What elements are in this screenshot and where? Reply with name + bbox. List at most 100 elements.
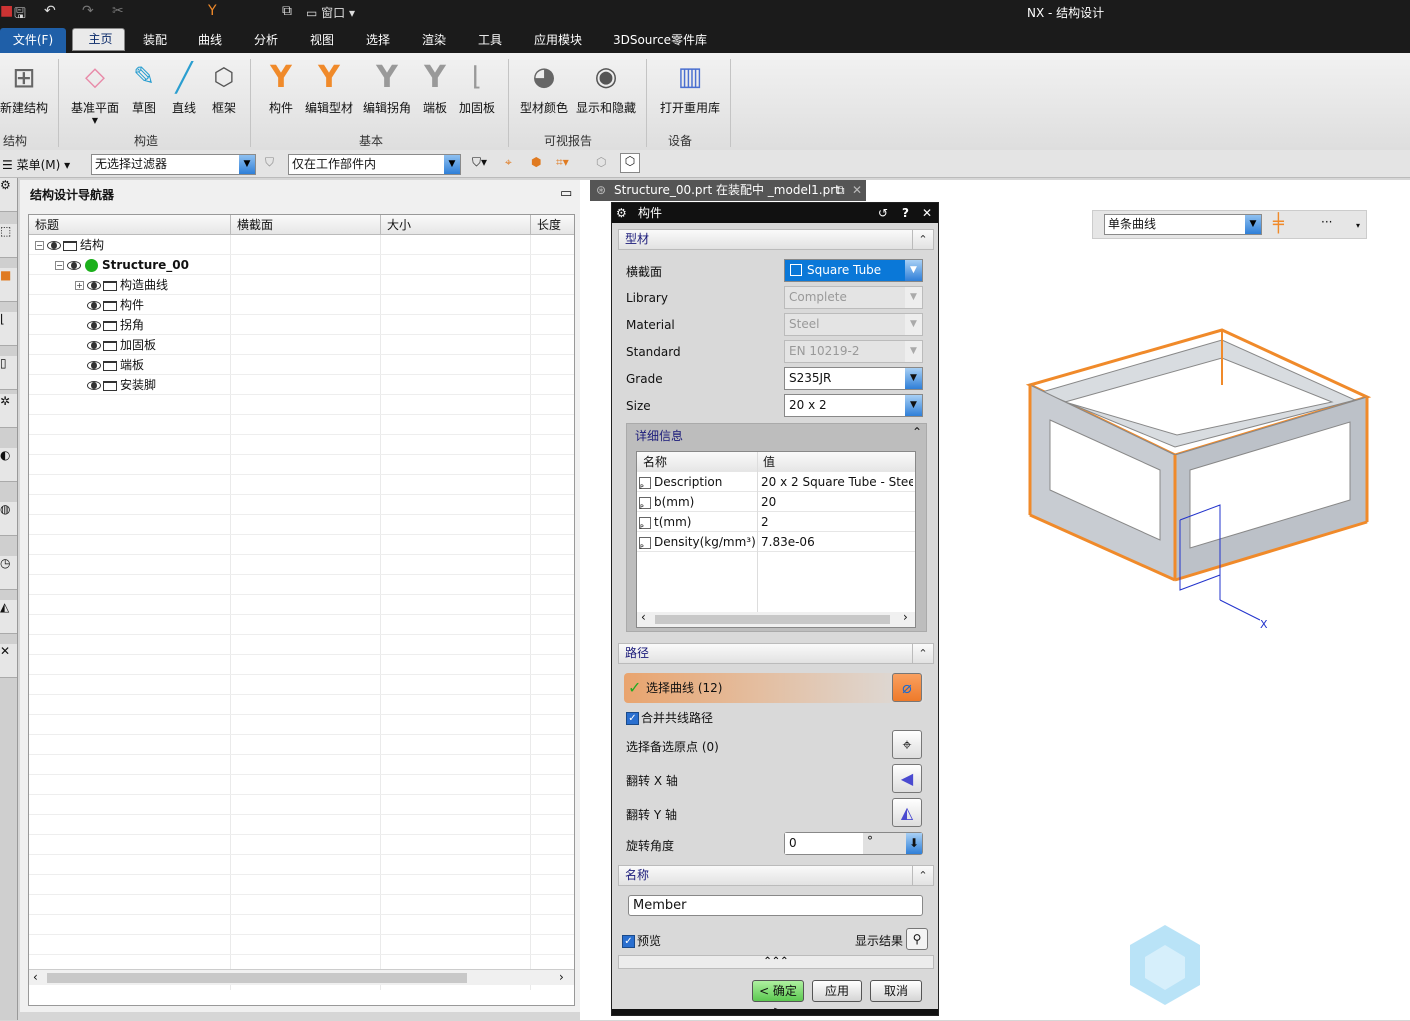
- cut-icon[interactable]: ✂: [112, 3, 124, 19]
- end-plate-button[interactable]: Y 端板: [420, 55, 450, 116]
- collapse-icon[interactable]: ⌃: [912, 866, 933, 885]
- visibility-eye-icon[interactable]: [87, 341, 101, 350]
- tab-curve[interactable]: 曲线: [190, 28, 230, 53]
- assembly-navigator-icon[interactable]: ⬚: [0, 224, 17, 258]
- collapse-icon[interactable]: −: [55, 261, 64, 270]
- structure-navigator-icon[interactable]: ■: [0, 268, 17, 302]
- collapse-all-button[interactable]: ⌃⌃⌃: [618, 955, 934, 969]
- close-tab-icon[interactable]: ✕: [852, 180, 862, 200]
- tree-row[interactable]: − 结构: [29, 235, 574, 255]
- collapse-icon[interactable]: ⌃: [912, 425, 922, 439]
- snap-component-icon[interactable]: ⬢: [531, 155, 541, 169]
- tab-analysis[interactable]: 分析: [246, 28, 286, 53]
- gusset-button[interactable]: ⌊ 加固板: [456, 55, 498, 116]
- visibility-eye-icon[interactable]: [87, 301, 101, 310]
- filter-options-icon[interactable]: ⛉▾: [472, 155, 487, 170]
- show-hide-button[interactable]: ◉ 显示和隐藏: [574, 55, 638, 116]
- datum-plane-button[interactable]: ◇ 基准平面 ▼: [68, 55, 122, 125]
- visibility-eye-icon[interactable]: [67, 261, 81, 270]
- column-header-size[interactable]: 大小: [381, 215, 531, 235]
- visibility-eye-icon[interactable]: [87, 361, 101, 370]
- tab-file[interactable]: 文件(F): [0, 28, 66, 53]
- internet-icon[interactable]: ◍: [0, 502, 17, 536]
- scope-select[interactable]: 仅在工作部件内 ▼: [288, 154, 461, 175]
- visibility-eye-icon[interactable]: [87, 321, 101, 330]
- ok-button[interactable]: < 确定 >: [752, 980, 804, 1018]
- tree-row[interactable]: 安装脚: [29, 375, 574, 395]
- tab-tools[interactable]: 工具: [470, 28, 510, 53]
- tree-row[interactable]: + 构造曲线: [29, 275, 574, 295]
- scrollbar-thumb[interactable]: [47, 973, 467, 983]
- wireframe-icon[interactable]: ⬡: [620, 153, 640, 173]
- collapse-icon[interactable]: ⌃: [912, 230, 933, 249]
- document-tab[interactable]: ⊛ Structure_00.prt 在装配中 _model1.prt ⧉ ✕: [590, 180, 866, 201]
- menu-button[interactable]: ☰ 菜单(M) ▾: [2, 156, 70, 173]
- reuse-library-button[interactable]: ▥ 打开重用库: [656, 55, 724, 116]
- preview-checkbox[interactable]: ✓ 预览: [622, 932, 661, 949]
- new-structure-button[interactable]: ⊞ 新建结构: [0, 55, 48, 116]
- switch-window-icon[interactable]: ⧉: [282, 3, 292, 19]
- arrow-down-icon[interactable]: ⬇: [906, 833, 922, 854]
- history-icon[interactable]: ◷: [0, 556, 17, 590]
- tree-row[interactable]: 拐角: [29, 315, 574, 335]
- close-icon[interactable]: ✕: [922, 203, 932, 223]
- tab-applications[interactable]: 应用模块: [528, 28, 588, 53]
- popout-icon[interactable]: ⧉: [836, 180, 845, 200]
- tree-row[interactable]: 加固板: [29, 335, 574, 355]
- select-curve-row[interactable]: ✓ 选择曲线 (12): [624, 673, 924, 703]
- cross-section-select[interactable]: Square Tube ▼: [784, 259, 923, 282]
- redo-icon[interactable]: ↷: [82, 3, 94, 19]
- hd3d-icon[interactable]: ✲: [0, 394, 17, 428]
- member-quick-icon[interactable]: Y: [208, 3, 217, 19]
- web-browser-icon[interactable]: ◐: [0, 448, 17, 482]
- settings-icon[interactable]: ⚙: [0, 178, 17, 212]
- tab-view[interactable]: 视图: [302, 28, 342, 53]
- flip-y-button[interactable]: ◭: [892, 798, 922, 827]
- scroll-right-icon[interactable]: ›: [559, 970, 564, 984]
- tools-icon[interactable]: ✕: [0, 644, 17, 678]
- visibility-eye-icon[interactable]: [87, 281, 101, 290]
- profile-color-button[interactable]: ◕ 型材颜色: [518, 55, 570, 116]
- stop-at-intersection-icon[interactable]: ╪: [1273, 213, 1284, 234]
- frame-button[interactable]: ⬡ 框架: [206, 55, 242, 116]
- curve-rule-select[interactable]: 单条曲线 ▼: [1104, 214, 1262, 235]
- library-select[interactable]: Complete ▼: [784, 286, 923, 309]
- rotation-angle-input[interactable]: 0 ° ⬇: [784, 832, 923, 855]
- size-select[interactable]: 20 x 2 ▼: [784, 394, 923, 417]
- type-filter-select[interactable]: 无选择过滤器 ▼: [91, 154, 256, 175]
- standard-select[interactable]: EN 10219-2 ▼: [784, 340, 923, 363]
- line-button[interactable]: ╱ 直线: [168, 55, 200, 116]
- sketch-button[interactable]: ✎ 草图: [128, 55, 160, 116]
- snap-icon[interactable]: ⌖: [505, 155, 512, 170]
- tab-select[interactable]: 选择: [358, 28, 398, 53]
- chevron-down-icon[interactable]: ▾: [1356, 221, 1360, 230]
- details-scrollbar[interactable]: ‹ ›: [637, 610, 915, 627]
- view-cube-icon[interactable]: ⬡: [596, 155, 606, 169]
- tree-row[interactable]: 端板: [29, 355, 574, 375]
- name-input[interactable]: Member: [628, 895, 923, 916]
- show-result-button[interactable]: ⚲: [906, 928, 928, 950]
- filter-reset-icon[interactable]: ⛉: [265, 155, 274, 170]
- reset-icon[interactable]: ↺: [878, 203, 888, 223]
- rotation-angle-value[interactable]: 0: [785, 833, 863, 854]
- expand-icon[interactable]: +: [75, 281, 84, 290]
- grade-select[interactable]: S235JR ▼: [784, 367, 923, 390]
- scroll-left-icon[interactable]: ‹: [641, 610, 646, 624]
- maximize-icon[interactable]: ▭: [560, 186, 572, 201]
- collapse-icon[interactable]: ⌃: [912, 644, 933, 663]
- tab-3dsource[interactable]: 3DSource零件库: [610, 28, 710, 53]
- tab-render[interactable]: 渲染: [414, 28, 454, 53]
- path-section-header[interactable]: 路径 ⌃: [618, 643, 934, 664]
- edit-profile-button[interactable]: Y 编辑型材: [304, 55, 354, 116]
- name-section-header[interactable]: 名称 ⌃: [618, 865, 934, 886]
- scrollbar-thumb[interactable]: [655, 615, 890, 624]
- column-header-section[interactable]: 横截面: [231, 215, 381, 235]
- snap-point-icon[interactable]: ⌗▾: [556, 155, 569, 170]
- collapse-icon[interactable]: −: [35, 241, 44, 250]
- window-menu[interactable]: ▭ 窗口 ▾: [306, 4, 355, 21]
- palette-icon[interactable]: ◭: [0, 600, 17, 634]
- apply-button[interactable]: 应用: [812, 980, 862, 1002]
- tab-assembly[interactable]: 装配: [135, 28, 175, 53]
- settings-icon[interactable]: ⚙: [616, 203, 627, 223]
- tree-row[interactable]: − Structure_00: [29, 255, 574, 275]
